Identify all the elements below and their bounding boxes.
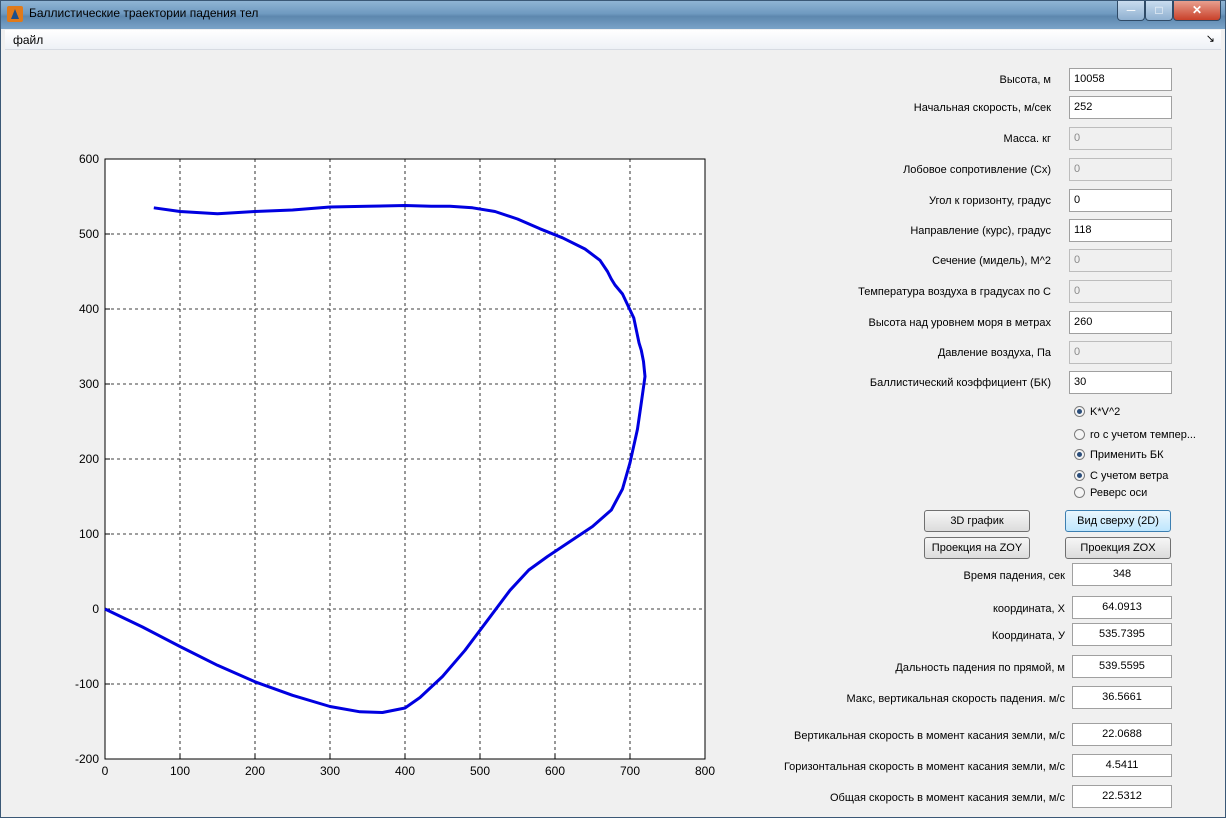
radio-option[interactable]: ro с учетом темпер... bbox=[1074, 429, 1196, 441]
radio-checked-icon[interactable] bbox=[1074, 449, 1085, 460]
param-label: Угол к горизонту, градус bbox=[929, 195, 1051, 207]
result-value: 22.5312 bbox=[1072, 785, 1172, 808]
matlab-icon bbox=[7, 6, 23, 22]
y-tick-label: 600 bbox=[79, 152, 99, 166]
maximize-button[interactable]: □ bbox=[1145, 1, 1173, 21]
y-tick-label: 300 bbox=[79, 377, 99, 391]
menu-file[interactable]: файл bbox=[13, 33, 43, 47]
x-tick-label: 400 bbox=[395, 764, 415, 778]
param-label: Начальная скорость, м/сек bbox=[913, 102, 1051, 114]
result-value: 64.0913 bbox=[1072, 596, 1172, 619]
figure-client-area: 0 100 200 300 400 500 600 700 800 600 500 400 300 20… bbox=[5, 51, 1221, 815]
param-field: 0 bbox=[1069, 127, 1172, 150]
y-tick-label: 200 bbox=[79, 452, 99, 466]
param-label: Масса. кг bbox=[1003, 133, 1051, 145]
param-field[interactable]: 30 bbox=[1069, 371, 1172, 394]
projection-zox-button[interactable]: Проекция ZOX bbox=[1065, 537, 1171, 559]
radio-unchecked-icon[interactable] bbox=[1074, 487, 1085, 498]
top-view-2d-button[interactable]: Вид сверху (2D) bbox=[1065, 510, 1171, 532]
close-button[interactable]: ✕ bbox=[1173, 1, 1221, 21]
minimize-button[interactable]: ─ bbox=[1117, 1, 1145, 21]
result-label: Дальность падения по прямой, м bbox=[895, 662, 1065, 674]
result-value: 535.7395 bbox=[1072, 623, 1172, 646]
radio-label: Применить БК bbox=[1090, 449, 1164, 461]
param-field[interactable]: 10058 bbox=[1069, 68, 1172, 91]
result-label: координата, X bbox=[992, 603, 1065, 615]
result-label: Общая скорость в момент касания земли, м… bbox=[830, 792, 1065, 804]
maximize-icon: □ bbox=[1155, 3, 1163, 17]
x-tick-label: 700 bbox=[620, 764, 640, 778]
y-tick-label: -200 bbox=[75, 752, 99, 766]
radio-label: Реверс оси bbox=[1090, 487, 1148, 499]
radio-label: С учетом ветра bbox=[1090, 470, 1169, 482]
y-tick-label: 100 bbox=[79, 527, 99, 541]
param-field: 0 bbox=[1069, 158, 1172, 181]
app-window: Баллистические траектории падения тел ─ … bbox=[0, 0, 1226, 818]
param-field: 0 bbox=[1069, 280, 1172, 303]
close-icon: ✕ bbox=[1191, 3, 1203, 17]
radio-label: K*V^2 bbox=[1090, 406, 1121, 418]
toolbar-toggle-icon[interactable]: ↘ bbox=[1206, 32, 1215, 45]
y-tick-label: 500 bbox=[79, 227, 99, 241]
result-label: Вертикальная скорость в момент касания з… bbox=[794, 730, 1065, 742]
result-label: Горизонтальная скорость в момент касания… bbox=[783, 761, 1065, 773]
radio-option[interactable]: K*V^2 bbox=[1074, 406, 1120, 418]
y-tick-label: 0 bbox=[92, 602, 99, 616]
projection-zoy-button[interactable]: Проекция на ZOY bbox=[924, 537, 1030, 559]
y-tick-label: 400 bbox=[79, 302, 99, 316]
x-tick-label: 100 bbox=[170, 764, 190, 778]
result-value: 539.5595 bbox=[1072, 655, 1172, 678]
param-label: Высота, м bbox=[999, 74, 1051, 86]
result-value: 348 bbox=[1072, 563, 1172, 586]
trajectory-plot[interactable]: 0 100 200 300 400 500 600 700 800 600 500 400 300 20… bbox=[5, 101, 725, 781]
param-label: Температура воздуха в градусах по С bbox=[858, 286, 1051, 298]
result-label: Время падения, сек bbox=[963, 570, 1065, 582]
param-field[interactable]: 118 bbox=[1069, 219, 1172, 242]
param-label: Направление (курс), градус bbox=[910, 225, 1051, 237]
radio-option[interactable]: Применить БК bbox=[1074, 449, 1164, 461]
param-label: Лобовое сопротивление (Cx) bbox=[903, 164, 1051, 176]
param-label: Баллистический коэффициент (БК) bbox=[869, 377, 1051, 389]
result-value: 4.5411 bbox=[1072, 754, 1172, 777]
radio-unchecked-icon[interactable] bbox=[1074, 429, 1085, 440]
graph-3d-button[interactable]: 3D график bbox=[924, 510, 1030, 532]
window-title: Баллистические траектории падения тел bbox=[29, 6, 259, 20]
radio-checked-icon[interactable] bbox=[1074, 470, 1085, 481]
radio-option[interactable]: Реверс оси bbox=[1074, 487, 1147, 499]
result-value: 36.5661 bbox=[1072, 686, 1172, 709]
param-label: Высота над уровнем моря в метрах bbox=[868, 317, 1051, 329]
radio-label: ro с учетом темпер... bbox=[1090, 429, 1196, 441]
y-tick-label: -100 bbox=[75, 677, 99, 691]
param-label: Сечение (мидель), M^2 bbox=[932, 255, 1051, 267]
result-label: Макс, вертикальная скорость падения. м/с bbox=[846, 693, 1065, 705]
param-field: 0 bbox=[1069, 249, 1172, 272]
result-label: Координата, У bbox=[991, 630, 1065, 642]
x-tick-label: 0 bbox=[102, 764, 109, 778]
param-label: Давление воздуха, Па bbox=[937, 347, 1051, 359]
x-tick-label: 500 bbox=[470, 764, 490, 778]
x-tick-label: 200 bbox=[245, 764, 265, 778]
x-tick-label: 600 bbox=[545, 764, 565, 778]
radio-checked-icon[interactable] bbox=[1074, 406, 1085, 417]
param-field: 0 bbox=[1069, 341, 1172, 364]
minimize-icon: ─ bbox=[1126, 3, 1136, 17]
param-field[interactable]: 260 bbox=[1069, 311, 1172, 334]
param-field[interactable]: 0 bbox=[1069, 189, 1172, 212]
radio-option[interactable]: С учетом ветра bbox=[1074, 470, 1168, 482]
title-bar[interactable]: Баллистические траектории падения тел ─ … bbox=[1, 1, 1225, 29]
x-tick-label: 800 bbox=[695, 764, 715, 778]
param-field[interactable]: 252 bbox=[1069, 96, 1172, 119]
menu-bar: файл ↘ bbox=[5, 30, 1221, 50]
result-value: 22.0688 bbox=[1072, 723, 1172, 746]
x-tick-label: 300 bbox=[320, 764, 340, 778]
